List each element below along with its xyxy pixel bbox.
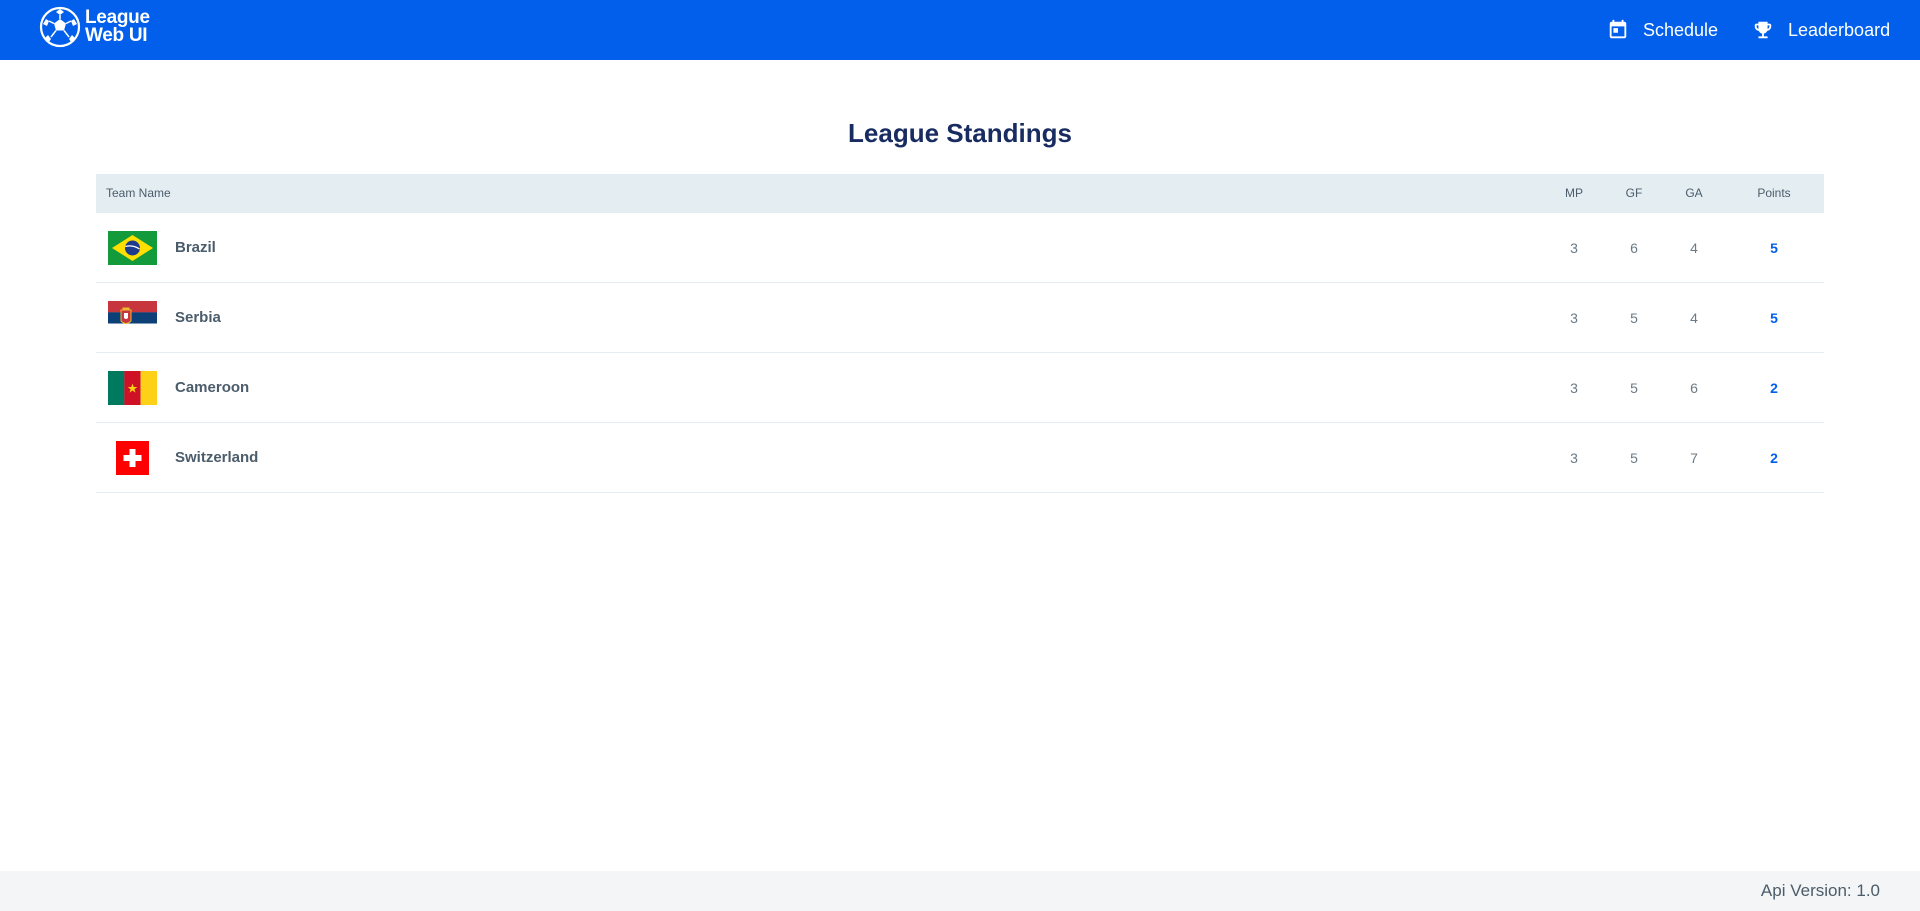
nav-leaderboard-label: Leaderboard [1788,19,1891,40]
team-name: Brazil [175,239,216,256]
logo-line2: Web UI [85,25,148,46]
serbia-flag-icon [108,301,157,335]
points-value: 2 [1770,380,1778,396]
footer: Api Version: 1.0 [0,871,1920,911]
nav-leaderboard[interactable]: Leaderboard [1752,0,1902,60]
gf-value: 6 [1630,240,1638,256]
trophy-icon [1754,21,1772,39]
points-value: 5 [1770,310,1778,326]
brazil-flag-icon [108,231,157,265]
table-header: Team Name MP GF GA Points [96,174,1824,213]
mp-value: 3 [1570,380,1578,396]
calendar-icon [1609,19,1627,39]
ga-value: 4 [1690,310,1698,326]
team-name: Cameroon [175,379,250,396]
mp-value: 3 [1570,450,1578,466]
table-row: Switzerland 3 5 7 2 [96,423,1824,493]
table-row: Serbia 3 5 4 5 [96,283,1824,353]
standings-table: Team Name MP GF GA Points Brazil 3 6 4 5 [96,174,1824,493]
team-name: Switzerland [175,449,259,466]
header-gf: GF [1625,186,1643,200]
gf-value: 5 [1630,380,1638,396]
header-ga: GA [1685,186,1703,200]
ga-value: 7 [1690,450,1698,466]
header-mp: MP [1565,186,1583,200]
ga-value: 6 [1690,380,1698,396]
points-value: 2 [1770,450,1778,466]
cameroon-flag-icon [108,371,157,405]
top-header: League Web UI Schedule Leaderboard [0,0,1920,60]
mp-value: 3 [1570,310,1578,326]
gf-value: 5 [1630,450,1638,466]
soccer-ball-icon [39,6,81,48]
switzerland-flag-icon [108,441,157,475]
gf-value: 5 [1630,310,1638,326]
page-title: League Standings [848,118,1072,148]
header-points: Points [1757,186,1791,200]
table-row: Brazil 3 6 4 5 [96,213,1824,283]
mp-value: 3 [1570,240,1578,256]
points-value: 5 [1770,240,1778,256]
api-version: Api Version: 1.0 [1760,881,1880,900]
nav-schedule-label: Schedule [1643,19,1719,40]
logo[interactable]: League Web UI [39,6,155,48]
team-name: Serbia [175,309,221,326]
table-row: Cameroon 3 5 6 2 [96,353,1824,423]
nav-schedule[interactable]: Schedule [1607,0,1727,60]
header-team-name: Team Name [106,186,171,200]
ga-value: 4 [1690,240,1698,256]
logo-text: League Web UI [85,8,155,46]
